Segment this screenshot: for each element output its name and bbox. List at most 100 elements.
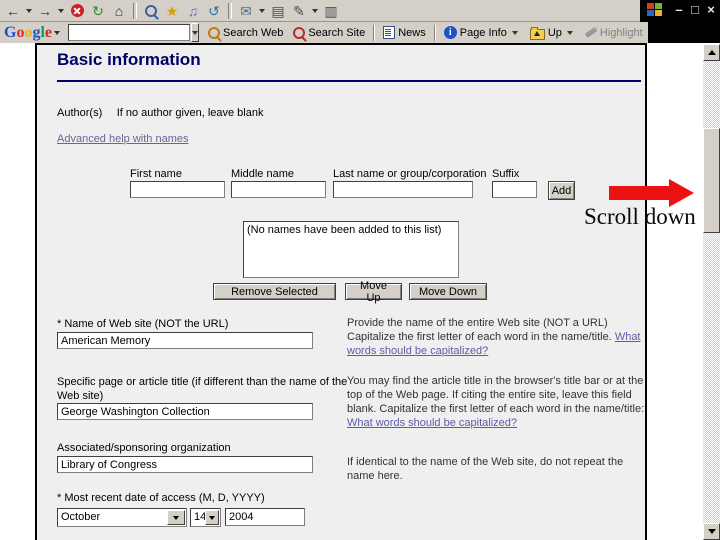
mail-button[interactable]: ✉ [236,2,256,20]
scroll-down-note: Scroll down [584,204,696,229]
page-title: Basic information [57,50,201,69]
red-arrow-annotation [609,186,670,200]
scrollbar-thumb[interactable] [703,128,720,233]
back-button[interactable]: ← [3,2,23,20]
first-name-label: First name [130,168,182,180]
title-rule [57,80,641,82]
search-web-label: Search Web [223,26,284,39]
toolbar-separator [133,2,137,19]
logo-letter: e [44,23,53,41]
scrollbar[interactable] [703,44,720,540]
article-title-help: You may find the article title in the br… [347,374,649,430]
scroll-down-button[interactable] [703,523,720,540]
triangle-down-icon [707,529,716,534]
organization-input[interactable] [57,456,313,473]
stop-icon [70,4,84,17]
discuss-button[interactable]: ▥ [321,2,341,20]
author-hint: If no author given, leave blank [116,107,264,119]
page-info-dropdown-icon [511,30,518,35]
search-site-button[interactable]: Search Site [288,26,370,39]
article-title-label: Specific page or article title (if diffe… [57,376,348,402]
middle-name-input[interactable] [231,181,326,198]
day-dropdown-icon [205,510,219,525]
organization-help-text: If identical to the name of the Web site… [347,456,624,482]
favorites-button[interactable]: ★ [162,2,182,20]
move-down-button[interactable]: Move Down [409,283,487,300]
site-name-help-text: Provide the name of the entire Web site … [347,317,615,343]
month-dropdown-icon [167,510,185,525]
refresh-button[interactable]: ↻ [88,2,108,20]
news-icon [383,26,396,39]
names-listbox[interactable]: (No names have been added to this list) [243,221,459,278]
google-logo[interactable]: Google [4,24,52,42]
search-button[interactable] [141,2,161,20]
move-up-button[interactable]: Move Up [345,280,402,304]
google-logo-dropdown-icon[interactable] [54,30,61,35]
search-web-button[interactable]: Search Web [203,26,288,39]
highlight-button[interactable]: Highlight [580,27,648,39]
month-select[interactable]: October [57,508,187,527]
google-search-dropdown[interactable] [191,23,200,42]
site-name-input[interactable] [57,332,313,349]
up-dropdown-icon [566,30,573,35]
page-content: Basic information Author(s) If no author… [35,43,647,540]
highlight-label: Highlight [599,26,643,39]
history-button[interactable]: ↺ [204,2,224,20]
suffix-input[interactable] [492,181,537,198]
day-select[interactable]: 14 [190,508,221,527]
red-arrow-head [669,179,694,207]
author-line: Author(s) If no author given, leave blan… [57,103,263,121]
page-info-label: Page Info [459,26,507,39]
minimize-button[interactable]: – [672,2,686,17]
site-name-help: Provide the name of the entire Web site … [347,316,647,358]
search-site-icon [293,26,306,39]
first-name-input[interactable] [130,181,225,198]
search-site-label: Search Site [308,26,366,39]
scroll-up-button[interactable] [703,44,720,61]
back-dropdown-icon[interactable] [26,8,32,13]
news-label: News [398,26,426,39]
close-button[interactable]: × [704,2,718,17]
chevron-down-icon [192,30,199,35]
search-icon [145,4,157,17]
edit-button[interactable]: ✎ [289,2,309,20]
article-title-input[interactable] [57,403,313,420]
toolbar-separator [433,24,436,41]
print-button[interactable]: ▤ [268,2,288,20]
author-label: Author(s) [57,107,103,119]
organization-label: Associated/sponsoring organization [57,442,231,454]
home-button[interactable]: ⌂ [109,2,129,20]
restore-button[interactable]: □ [688,2,702,17]
last-name-input[interactable] [333,181,473,198]
google-toolbar: Google Search Web Search Site News i Pag… [0,22,648,43]
suffix-label: Suffix [492,168,520,180]
browser-toolbar: ← → ↻ ⌂ ★ ♫ ↺ ✉ ▤ ✎ ▥ [0,0,640,22]
news-button[interactable]: News [378,26,431,39]
capitalized-help-link[interactable]: What words should be capitalized? [347,417,517,429]
triangle-up-icon [707,50,716,55]
stop-button[interactable] [67,2,87,20]
slide: – □ × ← → ↻ ⌂ ★ ♫ ↺ ✉ ▤ ✎ ▥ Google Searc… [0,0,720,540]
last-name-label: Last name or group/corporation [333,168,487,180]
windows-logo-icon [647,3,663,17]
page-info-button[interactable]: i Page Info [439,26,525,39]
up-label: Up [547,26,562,39]
add-name-button[interactable]: Add [548,181,575,200]
mail-dropdown-icon[interactable] [259,8,265,13]
google-search-input[interactable] [68,24,191,41]
toolbar-separator [228,2,232,19]
access-date-label: * Most recent date of access (M, D, YYYY… [57,492,265,504]
remove-selected-button[interactable]: Remove Selected [213,283,336,300]
month-value: October [61,511,101,523]
names-list-empty-text: (No names have been added to this list) [247,224,442,236]
year-input[interactable] [225,508,305,526]
edit-dropdown-icon[interactable] [312,8,318,13]
search-web-icon [208,26,221,39]
advanced-help-link[interactable]: Advanced help with names [57,133,188,145]
media-button[interactable]: ♫ [183,2,203,20]
up-button[interactable]: Up [525,26,580,40]
forward-dropdown-icon[interactable] [58,8,64,13]
toolbar-separator [373,24,376,41]
forward-button[interactable]: → [35,2,55,20]
page-info-icon: i [443,26,457,39]
